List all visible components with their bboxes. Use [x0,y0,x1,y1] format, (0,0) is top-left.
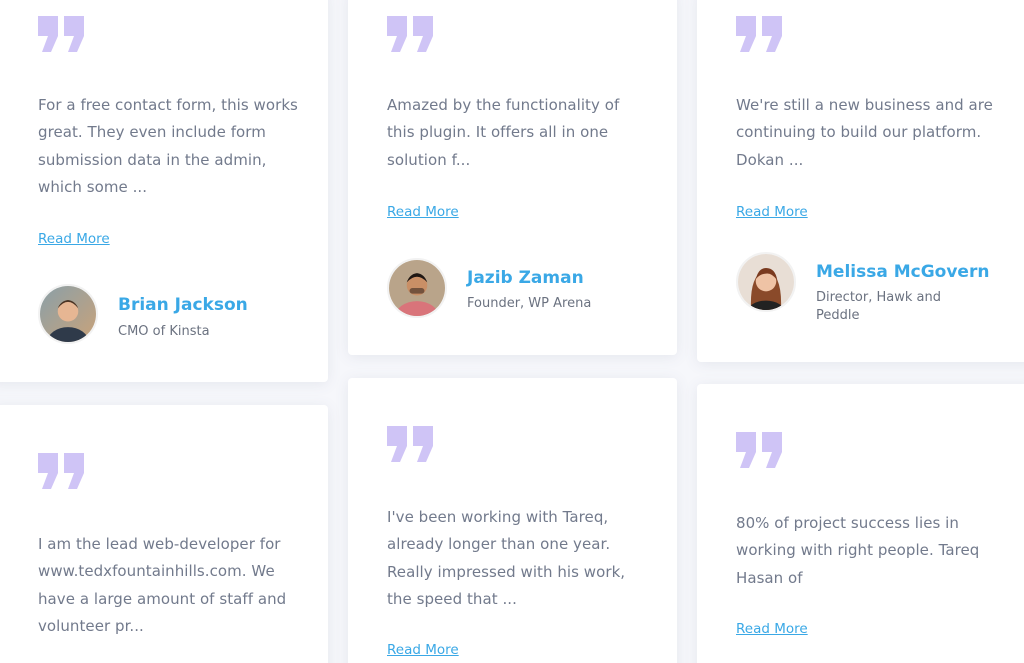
quote-icon [736,16,784,52]
quote-icon [387,16,435,52]
testimonial-text: I am the lead web-developer for www.tedx… [38,535,287,635]
testimonial-text: For a free contact form, this works grea… [38,96,298,196]
quote-icon [736,432,784,468]
testimonial-card: I've been working with Tareq, already lo… [348,378,677,663]
author-name[interactable]: Brian Jackson [118,295,248,315]
avatar-photo-icon [738,254,794,310]
author-role: Director, Hawk and Peddle [816,290,941,323]
avatar [38,284,98,344]
avatar [387,258,447,318]
testimonial-text: 80% of project success lies in working w… [736,514,980,587]
testimonial-card: Amazed by the functionality of this plug… [348,0,677,355]
avatar-photo-icon [389,260,445,316]
testimonial-card: 80% of project success lies in working w… [697,384,1024,663]
read-more-link[interactable]: Read More [387,204,459,220]
author-name[interactable]: Jazib Zaman [467,268,584,288]
testimonial-text: We're still a new business and are conti… [736,96,993,169]
read-more-link[interactable]: Read More [736,621,808,637]
quote-icon [38,453,86,489]
author-role: Founder, WP Arena [467,296,592,311]
testimonial-card: I am the lead web-developer for www.tedx… [0,405,328,663]
testimonial-text: Amazed by the functionality of this plug… [387,96,620,169]
testimonial-card: For a free contact form, this works grea… [0,0,328,382]
author-name[interactable]: Melissa McGovern [816,262,989,282]
testimonial-card: We're still a new business and are conti… [697,0,1024,362]
avatar [736,252,796,312]
author-role: CMO of Kinsta [118,324,210,339]
read-more-link[interactable]: Read More [387,642,459,658]
testimonial-text: I've been working with Tareq, already lo… [387,508,626,608]
quote-icon [387,426,435,462]
read-more-link[interactable]: Read More [38,231,110,247]
quote-icon [38,16,86,52]
read-more-link[interactable]: Read More [736,204,808,220]
avatar-photo-icon [40,286,96,342]
